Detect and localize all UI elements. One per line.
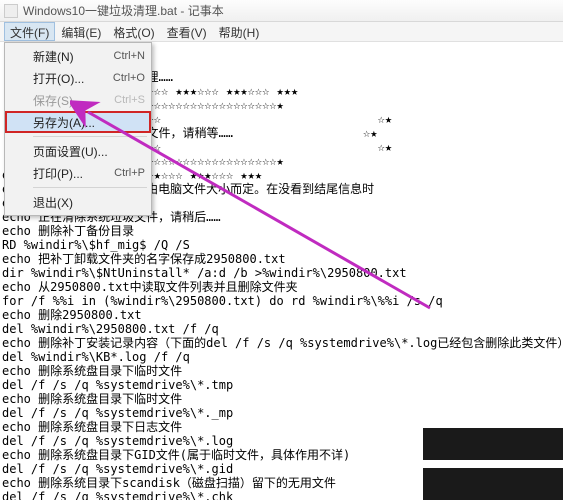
menu-item-save-as[interactable]: 另存为(A)...: [5, 111, 151, 133]
menu-file[interactable]: 文件(F): [4, 22, 55, 41]
menu-bar: 文件(F) 编辑(E) 格式(O) 查看(V) 帮助(H): [0, 22, 563, 42]
window-title: Windows10一键垃圾清理.bat - 记事本: [23, 2, 224, 19]
label: 保存(S): [33, 92, 73, 109]
label: 页面设置(U)...: [33, 143, 108, 160]
menu-item-new[interactable]: 新建(N) Ctrl+N: [5, 45, 151, 67]
window-titlebar: Windows10一键垃圾清理.bat - 记事本: [0, 0, 563, 22]
menu-edit[interactable]: 编辑(E): [55, 22, 107, 41]
menu-item-exit[interactable]: 退出(X): [5, 191, 151, 213]
file-menu-dropdown: 新建(N) Ctrl+N 打开(O)... Ctrl+O 保存(S) Ctrl+…: [4, 42, 152, 216]
label: 另存为(A)...: [33, 114, 95, 131]
mask-block: [423, 428, 563, 460]
shortcut: Ctrl+N: [114, 50, 145, 62]
shortcut: Ctrl+P: [114, 167, 145, 179]
menu-item-save[interactable]: 保存(S) Ctrl+S: [5, 89, 151, 111]
menu-help[interactable]: 帮助(H): [213, 22, 266, 41]
app-icon: [4, 4, 18, 18]
label: 新建(N): [33, 48, 74, 65]
menu-view[interactable]: 查看(V): [161, 22, 213, 41]
menu-item-page-setup[interactable]: 页面设置(U)...: [5, 140, 151, 162]
mask-block: [423, 468, 563, 500]
label: 退出(X): [33, 194, 73, 211]
shortcut: Ctrl+S: [114, 94, 145, 106]
menu-separator: [33, 187, 147, 188]
shortcut: Ctrl+O: [113, 72, 145, 84]
label: 打印(P)...: [33, 165, 83, 182]
menu-separator: [33, 136, 147, 137]
menu-format[interactable]: 格式(O): [107, 22, 160, 41]
menu-item-print[interactable]: 打印(P)... Ctrl+P: [5, 162, 151, 184]
menu-item-open[interactable]: 打开(O)... Ctrl+O: [5, 67, 151, 89]
label: 打开(O)...: [33, 70, 84, 87]
